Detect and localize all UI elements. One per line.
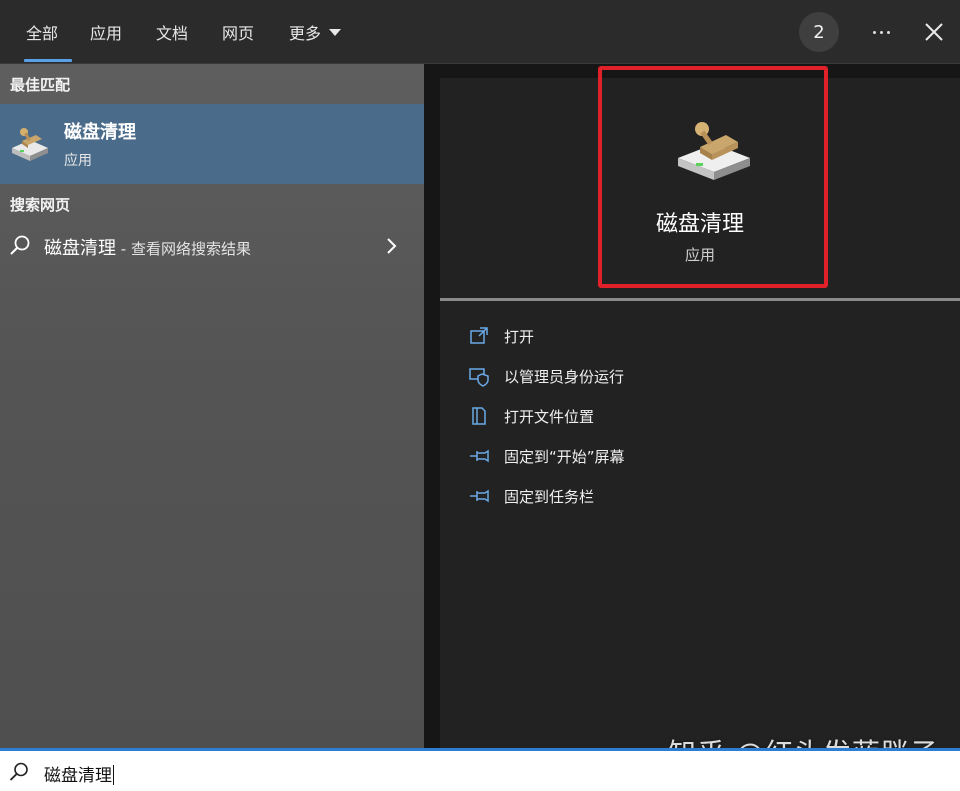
text-cursor <box>113 765 114 785</box>
preview-pane: 磁盘清理 应用 打开 以管理员身份运行 打开文件位置 固定到“开始”屏幕 固定到… <box>424 64 960 748</box>
tab-all[interactable]: 全部 <box>12 0 72 64</box>
more-options-icon[interactable] <box>862 18 900 46</box>
web-search-label: 磁盘清理 - 查看网络搜索结果 <box>44 234 251 260</box>
tab-label: 应用 <box>89 24 122 43</box>
tab-label: 网页 <box>221 24 254 43</box>
chevron-right-icon[interactable] <box>384 236 400 256</box>
open-icon <box>468 325 490 347</box>
rewards-badge[interactable]: 2 <box>799 12 839 52</box>
search-icon <box>8 761 30 783</box>
top-bar: 全部 应用 文档 网页 更多 2 <box>0 0 960 64</box>
action-label: 打开文件位置 <box>504 407 595 426</box>
tab-label: 文档 <box>155 24 188 43</box>
highlight-annotation <box>598 66 828 288</box>
file-location-icon <box>468 405 490 427</box>
best-match-title: 磁盘清理 <box>64 122 136 143</box>
web-search-heading: 搜索网页 <box>10 196 71 214</box>
web-search-item[interactable]: 磁盘清理 - 查看网络搜索结果 <box>0 224 424 268</box>
results-pane: 最佳匹配 磁盘清理 应用 搜索网页 磁盘清理 - 查看网络搜索结果 <box>0 64 424 748</box>
best-match-heading: 最佳匹配 <box>10 76 71 94</box>
action-pin-to-start[interactable]: 固定到“开始”屏幕 <box>468 441 928 471</box>
disk-cleanup-icon <box>10 124 50 164</box>
shield-icon <box>468 365 490 387</box>
search-box[interactable]: 磁盘清理 <box>0 748 960 791</box>
tab-label: 全部 <box>25 24 58 43</box>
action-label: 以管理员身份运行 <box>504 367 625 386</box>
best-match-subtitle: 应用 <box>64 153 92 169</box>
preview-card: 磁盘清理 应用 打开 以管理员身份运行 打开文件位置 固定到“开始”屏幕 固定到… <box>440 66 960 748</box>
web-search-title: 磁盘清理 <box>44 238 116 259</box>
search-query: 磁盘清理 <box>44 766 112 786</box>
divider <box>440 298 960 301</box>
search-icon <box>8 234 32 258</box>
pin-icon <box>468 485 490 507</box>
action-label: 固定到任务栏 <box>504 487 595 506</box>
action-pin-to-taskbar[interactable]: 固定到任务栏 <box>468 481 928 511</box>
action-open-file-location[interactable]: 打开文件位置 <box>468 401 928 431</box>
best-match-item[interactable]: 磁盘清理 应用 <box>0 104 424 184</box>
close-icon[interactable] <box>918 16 950 48</box>
tab-label: 更多 <box>288 24 321 43</box>
search-input[interactable]: 磁盘清理 <box>44 761 114 786</box>
tab-web[interactable]: 网页 <box>210 0 266 64</box>
pin-icon <box>468 445 490 467</box>
web-search-suffix: - 查看网络搜索结果 <box>116 240 251 258</box>
chevron-down-icon <box>329 28 341 36</box>
action-label: 打开 <box>504 327 535 346</box>
action-label: 固定到“开始”屏幕 <box>504 447 625 466</box>
action-run-as-admin[interactable]: 以管理员身份运行 <box>468 361 928 391</box>
tab-apps[interactable]: 应用 <box>78 0 134 64</box>
action-open[interactable]: 打开 <box>468 321 928 351</box>
tab-documents[interactable]: 文档 <box>144 0 200 64</box>
tab-more[interactable]: 更多 <box>276 0 354 64</box>
